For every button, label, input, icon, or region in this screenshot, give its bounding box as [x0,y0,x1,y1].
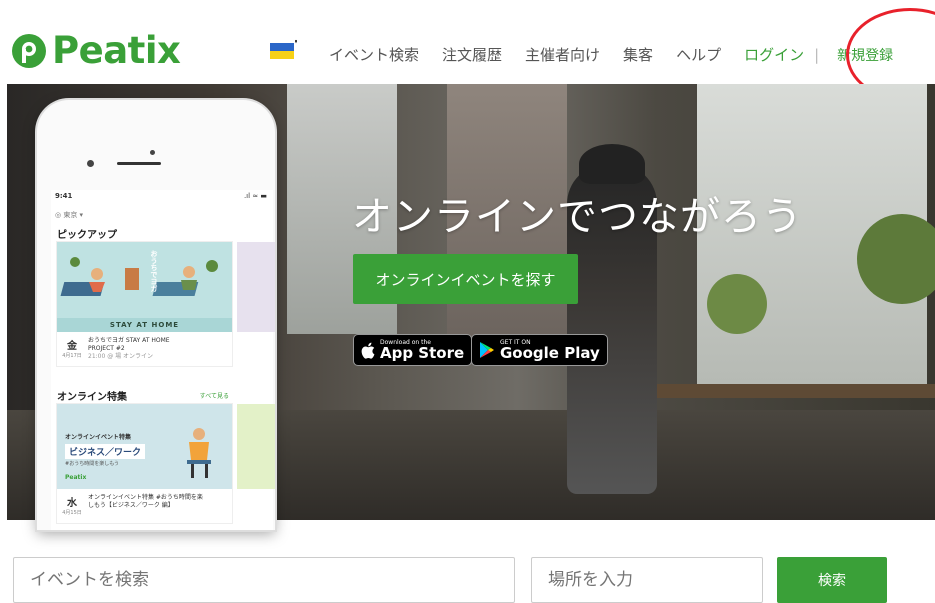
online-feature-heading: オンライン特集 [57,392,127,403]
location-input[interactable] [531,557,763,603]
event-title-line1: おうちでヨガ STAY AT HOME [88,337,170,344]
business-illustration: オンラインイベント特集 ビジネス／ワーク #おうち時間を楽しもう Peatix [57,404,232,489]
next-card-peek-2 [237,404,275,489]
pickup-heading: ピックアップ [57,230,117,241]
nav-promotion[interactable]: 集客 [623,44,653,65]
hat-silhouette [579,144,645,184]
event-weekday-2: 水 [67,498,77,509]
event-day: 金 4月17日 [62,337,82,361]
find-online-events-button[interactable]: オンラインイベントを探す [353,254,578,304]
main-nav: イベント検索 注文履歴 主催者向け 集客 ヘルプ ログイン | 新規登録 [329,44,893,65]
nav-separator: | [814,45,820,64]
stay-at-home-banner: STAY AT HOME [57,318,232,332]
yoga-illustration: STAY AT HOME おうちでヨガ [57,242,232,332]
card-peatix-logo: Peatix [65,474,87,481]
site-header: Peatix イベント検索 注文履歴 主催者向け 集客 ヘルプ ログイン | 新… [0,0,935,88]
event-time: 21:00 @ 場 オンライン [88,353,154,360]
app-store-badge[interactable]: Download on the App Store [353,334,473,366]
hero-title: オンラインでつながろう [352,194,803,240]
phone-camera [150,150,155,155]
nav-order-history[interactable]: 注文履歴 [442,44,502,65]
apple-icon [361,342,375,359]
status-icons: .ıl ≈ ▬ [243,192,267,200]
event-info: おうちでヨガ STAY AT HOME PROJECT #2 21:00 @ 場… [88,337,170,361]
phone-sensor [87,160,94,167]
event-search-input[interactable] [13,557,515,603]
event-card-yoga: STAY AT HOME おうちでヨガ 金 4月17日 おうちでヨガ STAY … [57,242,232,366]
app-store-big: App Store [380,343,465,362]
event-day-2: 水 4月15日 [62,494,82,518]
event2-title-line2: しもう【ビジネス／ワーク 編】 [88,502,174,509]
signup-link[interactable]: 新規登録 [837,45,893,65]
worker-illustration-icon [187,428,211,478]
nav-for-organizers[interactable]: 主催者向け [525,44,600,65]
yoga-scene-icon [57,242,232,320]
google-play-big: Google Play [500,343,600,362]
nav-help[interactable]: ヘルプ [676,44,721,65]
nav-event-search[interactable]: イベント検索 [329,44,419,65]
feature-tag: オンラインイベント特集 [65,434,132,441]
google-play-badge[interactable]: GET IT ON Google Play [471,334,608,366]
login-link[interactable]: ログイン [744,44,804,65]
see-all-link[interactable]: すべて見る [200,391,229,400]
location-selector: ◎ 東京 ▾ [55,211,84,219]
status-time: 9:41 [55,192,73,200]
event-info-2: オンラインイベント特集 #おうち時間を楽 しもう【ビジネス／ワーク 編】 [88,494,203,518]
event-weekday: 金 [67,341,77,352]
next-card-peek [237,242,275,332]
logo-wordmark: Peatix [52,29,181,72]
plant-decoration-2 [707,274,767,334]
event-date-2: 4月15日 [62,510,82,516]
event-card-business: オンラインイベント特集 ビジネス／ワーク #おうち時間を楽しもう Peatix … [57,404,232,523]
event-card-meta: 金 4月17日 おうちでヨガ STAY AT HOME PROJECT #2 2… [57,332,232,366]
feature-hashtag: #おうち時間を楽しもう [65,461,120,467]
event-date: 4月17日 [62,353,82,359]
search-bar: 検索 [0,557,935,603]
peatix-logo[interactable]: Peatix [10,29,181,72]
event-title-line2: PROJECT #2 [88,345,125,352]
yoga-vertical-text: おうちでヨガ [150,250,158,292]
google-play-icon [480,342,494,358]
peatix-logo-icon [12,34,46,68]
search-button[interactable]: 検索 [777,557,887,603]
ukraine-flag-heart-icon[interactable] [270,39,298,59]
event-card-meta-2: 水 4月15日 オンラインイベント特集 #おうち時間を楽 しもう【ビジネス／ワー… [57,489,232,523]
event2-title-line1: オンラインイベント特集 #おうち時間を楽 [88,494,203,501]
phone-screen: 9:41 .ıl ≈ ▬ ◎ 東京 ▾ ピックアップ STAY AT HOME [51,190,275,530]
phone-speaker [117,162,161,165]
phone-mockup: 9:41 .ıl ≈ ▬ ◎ 東京 ▾ ピックアップ STAY AT HOME [37,100,275,530]
feature-label: ビジネス／ワーク [65,444,146,459]
